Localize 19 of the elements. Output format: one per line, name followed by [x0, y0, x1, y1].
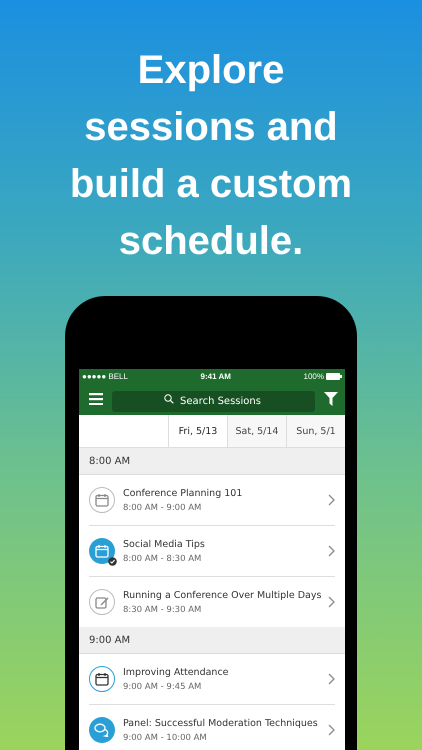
session-title[interactable]: Conference Planning 101: [123, 488, 320, 498]
session-title[interactable]: Social Media Tips: [123, 538, 320, 550]
session-time: 9:00 AM - 10:00 AM: [123, 732, 208, 742]
search-field[interactable]: Search Sessions: [112, 390, 315, 412]
session-time: 8:30 AM - 9:30 AM: [123, 604, 202, 614]
session-title[interactable]: Improving Attendance: [123, 666, 320, 678]
session-time: 8:00 AM - 8:30 AM: [123, 554, 202, 564]
time-header: 8:00 AM: [79, 448, 345, 475]
carrier-label: ●●●●● BELL: [82, 372, 128, 380]
day-tab[interactable]: Sat, 5/14: [227, 415, 286, 447]
session-title[interactable]: Running a Conference Over Multiple Days: [123, 590, 320, 600]
time-header: 9:00 AM: [79, 627, 345, 654]
session-time: 9:00 AM - 9:45 AM: [123, 682, 202, 692]
session-time: 8:00 AM - 9:00 AM: [123, 502, 202, 512]
session-title[interactable]: Panel: Successful Moderation Techniques: [123, 718, 320, 728]
battery-label: 100%: [304, 372, 324, 380]
day-tab[interactable]: Sun, 5/1: [286, 415, 345, 447]
headline: Explore sessions and build a custom schedule.: [68, 47, 354, 265]
clock: 9:41 AM: [200, 372, 231, 380]
